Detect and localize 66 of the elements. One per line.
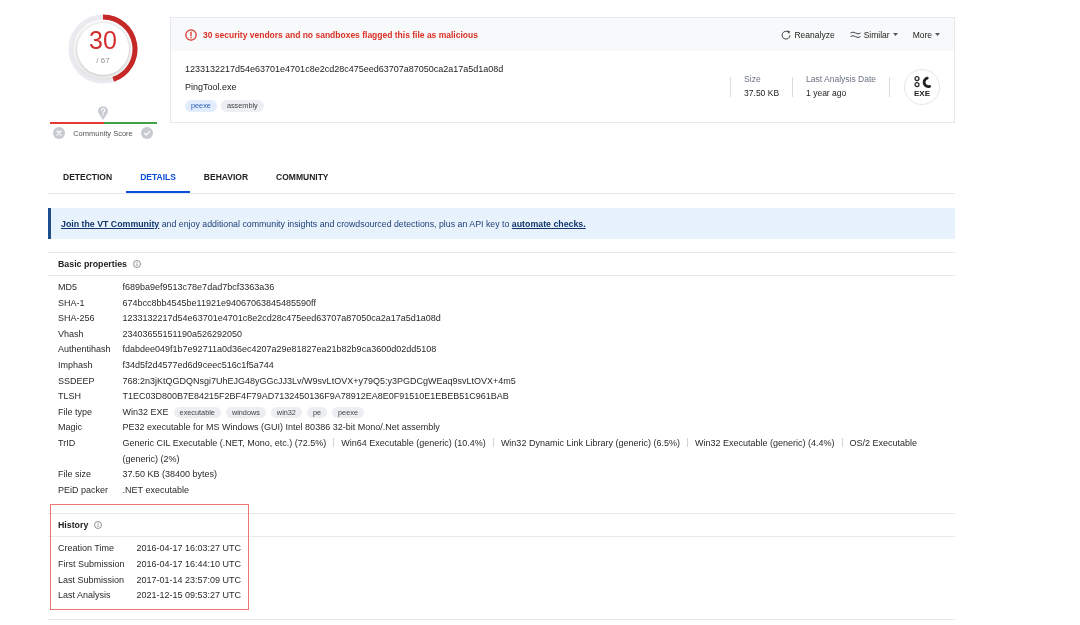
- stat-value: 1 year ago: [806, 86, 848, 100]
- section-title: Basic properties: [58, 259, 127, 269]
- property-label: Authentihash: [58, 343, 111, 357]
- property-label: PEiD packer: [58, 483, 110, 497]
- stat-label: Last Analysis Date: [806, 73, 876, 86]
- tab[interactable]: DETECTION: [49, 160, 127, 193]
- property-value: 23403655151190a526292050: [122, 327, 243, 341]
- similar-icon: [849, 31, 861, 38]
- property-label: SHA-256: [58, 312, 96, 326]
- property-label: Last Submission: [58, 573, 125, 587]
- action-button[interactable]: Similar: [849, 29, 898, 40]
- info-icon: [94, 521, 103, 530]
- property-value: 2021-12-15 09:53:27 UTC: [136, 589, 242, 603]
- property-label: SSDEEP: [58, 374, 96, 388]
- property-label: Magic: [58, 421, 83, 435]
- property-value: 2016-04-17 16:44:10 UTC: [136, 557, 242, 571]
- property-value: 674bcc8bb4545be11921e94067063845485590ff: [122, 296, 317, 310]
- property-value: 768:2n3jKtQGDQNsgi7UhEJG48yGGcJJ3Lv/W9svLtOVX+y79Q5:y3PGDCgWEaq9svLtOVX+4m5: [122, 374, 517, 388]
- tab[interactable]: BEHAVIOR: [189, 160, 263, 193]
- score-total: / 67: [96, 55, 110, 66]
- property-label: Creation Time: [58, 542, 116, 556]
- tab[interactable]: COMMUNITY: [262, 160, 343, 193]
- property-label: TrID: [58, 436, 77, 450]
- stat-label: Size: [744, 73, 762, 86]
- refresh-icon: [781, 29, 792, 40]
- property-label: MD5: [58, 281, 78, 294]
- property-value: Generic CIL Executable (.NET, Mono, etc.) (72.5%) Win64 Executable (generic) (10.4%) Win32 Dynamic Link Library (generic) (6.5%) Win32 Executable (generic) (4.4%) OS/2 Executable (generic) (2%): [122, 436, 919, 466]
- property-value: fdabdee049f1b7e92711a0d36ec4207a29e81827ea21b82b9ca3600d02dd5108: [122, 343, 438, 357]
- property-value: T1EC03D800B7E84215F2BF4F79AD7132450136F9A78912EA8E0F91510E1EBEB51C961BAB: [122, 390, 510, 404]
- property-value: f689ba9ef9513c78e7dad7bcf3363a36: [122, 281, 276, 294]
- check-circle-icon[interactable]: [141, 127, 154, 139]
- tab[interactable]: DETAILS: [126, 160, 190, 193]
- banner-link[interactable]: Join the VT Community: [61, 218, 160, 229]
- caret-icon: [892, 33, 898, 36]
- property-label: File size: [58, 468, 92, 482]
- banner-link[interactable]: automate checks.: [511, 218, 586, 229]
- action-button[interactable]: Reanalyze: [781, 29, 835, 40]
- property-value: f34d5f2d4577ed6d9ceec516c1f5a744: [122, 358, 275, 372]
- property-label: File type: [58, 405, 93, 419]
- section-title: History: [58, 520, 89, 531]
- property-value: 37.50 KB (38400 bytes): [122, 468, 219, 482]
- property-label: TLSH: [58, 390, 82, 404]
- cross-circle-icon[interactable]: [52, 127, 65, 139]
- property-value: PE32 executable for MS Windows (GUI) Intel 80386 32-bit Mono/.Net assembly: [122, 421, 441, 435]
- property-value: 2017-01-14 23:57:09 UTC: [136, 573, 242, 587]
- file-hash: 1233132217d54e63701e4701c8e2cd28c475eed63707a87050ca2a17a5d1a08d: [185, 63, 504, 76]
- info-icon: [132, 260, 141, 268]
- property-label: Vhash: [58, 327, 85, 341]
- file-type-label: EXE: [914, 88, 930, 98]
- rings-icon: [913, 75, 931, 88]
- action-button[interactable]: More: [912, 29, 940, 40]
- caret-icon: [935, 33, 940, 36]
- file-name: PingTool.exe: [185, 81, 237, 94]
- property-label: Imphash: [58, 358, 94, 372]
- banner-text: Join the VT Community and enjoy additional community insights and crowdsourced detections, plus an API key to automate checks.: [61, 218, 586, 229]
- property-value: Win32 EXE: [122, 405, 169, 419]
- property-label: Last Analysis: [58, 589, 112, 603]
- alert-message: 30 security vendors and no sandboxes flagged this file as malicious: [203, 29, 478, 40]
- property-value: 2016-04-17 16:03:27 UTC: [136, 542, 242, 556]
- property-value: 1233132217d54e63701e4701c8e2cd28c475eed63707a87050ca2a17a5d1a08d: [122, 312, 442, 326]
- property-value: .NET executable: [122, 483, 190, 497]
- alert-icon: [185, 28, 197, 41]
- property-label: First Submission: [58, 557, 125, 571]
- stat-value: 37.50 KB: [744, 86, 780, 100]
- property-label: SHA-1: [58, 296, 86, 310]
- score-number: 30: [89, 28, 117, 52]
